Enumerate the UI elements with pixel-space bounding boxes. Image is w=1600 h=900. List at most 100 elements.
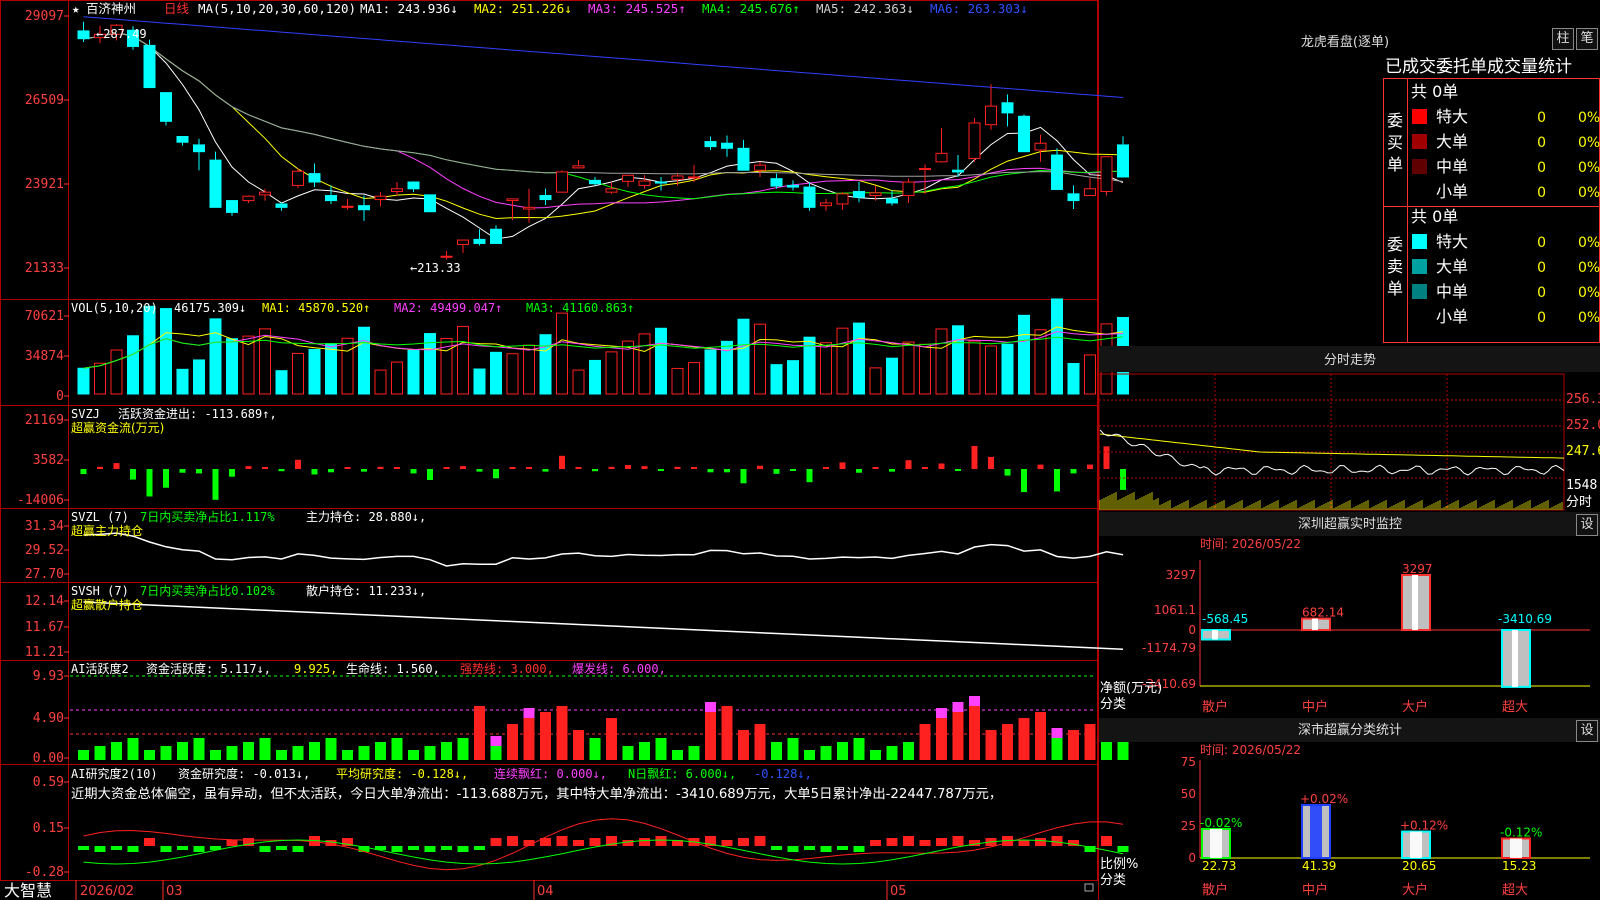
volume-bar	[473, 368, 486, 395]
flow-bar	[146, 469, 153, 497]
volume-bar	[787, 360, 799, 395]
research-bar	[738, 838, 749, 846]
ai-bar	[936, 718, 947, 760]
research-bar	[177, 846, 188, 850]
candle-body	[440, 255, 453, 258]
svzl-tick-2: 29.52	[25, 543, 64, 558]
flow-bar	[889, 469, 895, 472]
stat-value: 41.39	[1302, 859, 1336, 873]
ai-bar	[606, 718, 617, 760]
volume-bar	[869, 367, 882, 395]
ai-activity-bars	[70, 675, 1129, 760]
ai-bar	[160, 746, 172, 760]
svsh-prefix: SVSH (7)	[71, 584, 129, 598]
stat-tick: 0	[1188, 851, 1196, 865]
monitor-category: 大户	[1402, 699, 1428, 715]
ai-bar	[342, 750, 353, 760]
candle-body	[820, 202, 832, 207]
monitor-tick: 0	[1188, 623, 1196, 637]
ma2-value: MA2: 251.226↓	[474, 1, 572, 16]
ai-bar	[556, 706, 568, 760]
flow-bar	[1087, 464, 1093, 469]
ai-bar	[655, 738, 667, 760]
order-row-name: 特大	[1436, 107, 1468, 126]
sz-stat-settings-button[interactable]: 设	[1576, 720, 1598, 742]
research-bar	[193, 846, 205, 852]
research-bar	[94, 846, 106, 852]
volume-bar	[1084, 354, 1096, 395]
main-chart-area[interactable]: 29097 26509 23921 21333 70621 34874 0 21…	[0, 0, 1600, 900]
flow-bar	[476, 469, 483, 472]
research-bar	[474, 846, 485, 850]
flow-bar	[955, 469, 961, 471]
ai-bar	[441, 742, 452, 760]
flow-bar	[361, 469, 367, 472]
svzl-tick-1: 31.34	[25, 519, 64, 534]
stat-bar-core	[1310, 805, 1322, 858]
research-bar	[754, 836, 766, 846]
ai-bar	[94, 746, 106, 760]
buy-total: 共 0单	[1411, 82, 1458, 101]
research-bar	[853, 846, 865, 852]
monitor-bar-label: -3410.69	[1498, 612, 1552, 626]
order-row-volume: 0	[1537, 185, 1546, 201]
volume-bar	[374, 369, 387, 395]
order-row-percent: 0%	[1578, 235, 1600, 251]
volume-bar	[952, 325, 964, 395]
order-row-name: 大单	[1436, 257, 1468, 276]
flow-bar	[311, 469, 318, 475]
svsh-hold: 散户持仓: 11.233↓,	[306, 583, 426, 598]
flow-bar	[988, 456, 994, 469]
volume-bar	[1051, 298, 1063, 395]
rs-research: 资金研究度: -0.013↓,	[178, 766, 310, 781]
bar-mode-button[interactable]: 柱	[1552, 28, 1574, 50]
order-row-percent: 0%	[1578, 135, 1600, 151]
candle-body	[605, 188, 618, 193]
flow-bar	[641, 466, 648, 469]
research-bars	[78, 818, 1129, 871]
vol-ma3: MA3: 41160.863↑	[526, 301, 634, 315]
svzj-sub: 超赢资金流(万元)	[71, 420, 164, 435]
stat-tick: 50	[1181, 787, 1196, 801]
volume-bar	[572, 369, 585, 395]
candle-body	[688, 176, 700, 179]
candle-body	[671, 175, 684, 180]
sz-monitor-settings-button[interactable]: 设	[1576, 514, 1598, 536]
period-label[interactable]: 日线	[164, 1, 190, 16]
ai-bar	[705, 712, 716, 760]
research-bar	[639, 838, 650, 846]
vol-prefix: VOL(5,10,20)	[71, 301, 158, 315]
flow-bar	[1054, 469, 1060, 492]
order-color-swatch	[1412, 234, 1427, 249]
volume-bar	[94, 362, 106, 395]
research-bar	[573, 840, 584, 846]
candle-body	[242, 195, 255, 202]
monitor-category: 散户	[1202, 699, 1228, 715]
flow-bar	[80, 469, 87, 475]
intraday-tick-1: 256.3	[1566, 392, 1600, 407]
high-annotation: 287.49	[103, 27, 146, 41]
lock-icon[interactable]	[1084, 883, 1094, 892]
volume-bar	[737, 318, 750, 395]
research-bar	[424, 846, 436, 852]
svzj-tick-1: 21169	[25, 413, 64, 428]
flow-bar	[179, 469, 186, 473]
research-bar	[787, 846, 799, 852]
vol-ma10-line	[83, 331, 1124, 369]
monitor-bar-shine	[1512, 630, 1518, 687]
tick-mode-button[interactable]: 笔	[1576, 28, 1598, 50]
order-row-volume: 0	[1537, 260, 1546, 276]
order-row-percent: 0%	[1578, 110, 1600, 126]
candle-body	[226, 200, 238, 213]
ai-bar	[193, 738, 205, 760]
ai-bar-top	[705, 702, 716, 712]
flow-bar	[377, 466, 384, 469]
order-row-volume: 0	[1537, 135, 1546, 151]
research-bar	[391, 846, 403, 852]
intraday-tick-2: 252.0	[1566, 418, 1600, 433]
favorite-star-icon[interactable]: ★	[72, 1, 80, 16]
intraday-chart[interactable]	[1098, 373, 1565, 511]
candle-body	[490, 228, 502, 244]
research-bar	[226, 840, 238, 846]
volume-bar	[589, 359, 601, 395]
